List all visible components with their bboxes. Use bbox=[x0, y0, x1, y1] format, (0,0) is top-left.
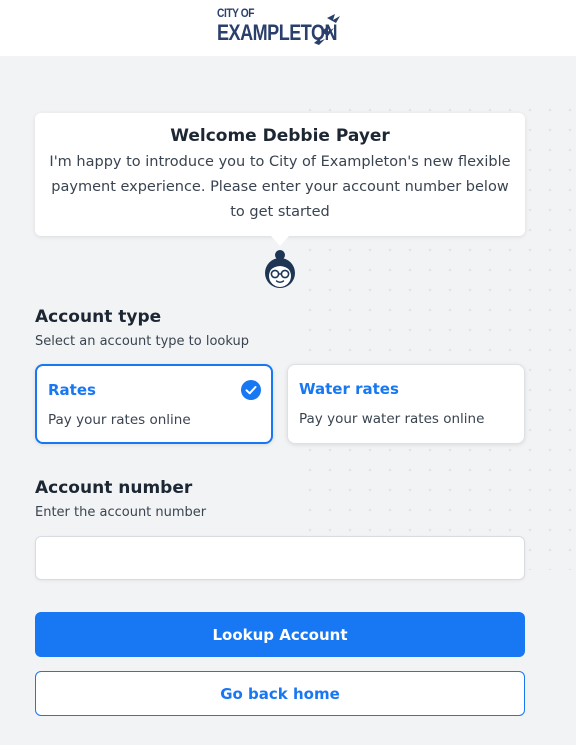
welcome-message: I'm happy to introduce you to City of Ex… bbox=[49, 154, 511, 220]
speech-bubble-tail bbox=[271, 236, 289, 246]
header-bar: CITY OF EXAMPLETON bbox=[0, 0, 576, 56]
assistant-avatar-icon bbox=[265, 250, 295, 288]
account-number-input[interactable] bbox=[35, 536, 525, 580]
account-type-option-water-rates[interactable]: Water rates Pay your water rates online bbox=[287, 364, 525, 444]
account-type-subtitle: Select an account type to lookup bbox=[35, 334, 249, 349]
option-description: Pay your rates online bbox=[48, 412, 191, 428]
welcome-speech-bubble: Welcome Debbie Payer I'm happy to introd… bbox=[35, 113, 525, 236]
account-number-heading: Account number bbox=[35, 478, 193, 498]
account-type-option-rates[interactable]: Rates Pay your rates online bbox=[35, 364, 273, 444]
city-logo[interactable]: CITY OF EXAMPLETON bbox=[217, 6, 347, 50]
option-title: Rates bbox=[48, 381, 96, 399]
option-description: Pay your water rates online bbox=[299, 411, 485, 427]
option-title: Water rates bbox=[299, 380, 399, 398]
account-number-subtitle: Enter the account number bbox=[35, 505, 207, 520]
birds-icon bbox=[314, 14, 340, 45]
check-circle-icon bbox=[241, 380, 261, 400]
go-back-home-button[interactable]: Go back home bbox=[35, 671, 525, 716]
logo-line-1: CITY OF bbox=[217, 6, 255, 20]
account-type-heading: Account type bbox=[35, 307, 162, 327]
lookup-account-button[interactable]: Lookup Account bbox=[35, 612, 525, 657]
welcome-title: Welcome Debbie Payer bbox=[170, 126, 390, 146]
